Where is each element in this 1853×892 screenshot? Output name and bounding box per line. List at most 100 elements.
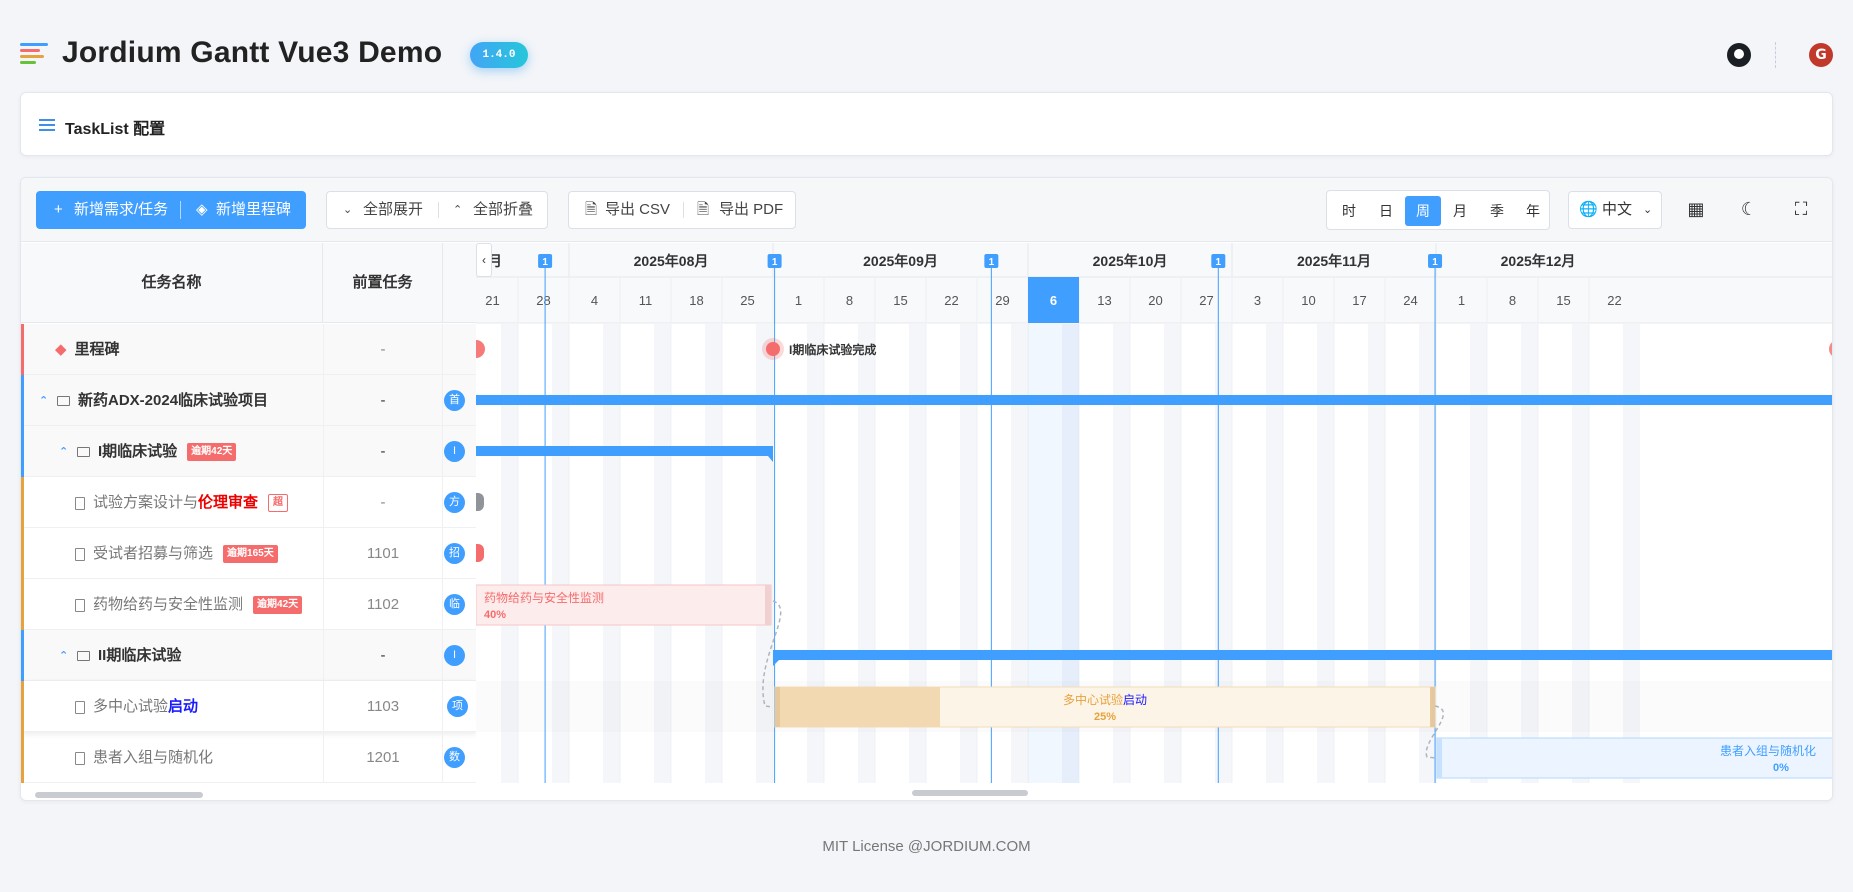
task-name: II期临床试验 [98, 647, 182, 664]
gantt-toolbar: + 新增需求/任务 ◈ 新增里程碑 ⌄ 全部展开 ⌃ 全部折叠 🗎 导出 CSV… [21, 178, 1832, 242]
avatar: 项 [447, 696, 468, 717]
task-name: 多中心试验 [93, 698, 169, 715]
file-icon [75, 547, 85, 561]
overdue-badge: 超 [268, 494, 289, 513]
task-bar-progress: 25% [1094, 711, 1116, 723]
chevron-up-icon[interactable]: ⌃ [39, 376, 48, 427]
tasklist-config-title: TaskList 配置 [65, 121, 166, 138]
app-header: Jordium Gantt Vue3 Demo 1.4.0 G [20, 30, 1833, 80]
chevron-up-icon: ⌃ [453, 204, 463, 216]
file-icon [75, 700, 85, 714]
task-bar-label: 多中心试验启动 [1063, 692, 1147, 707]
view-month[interactable]: 月 [1442, 196, 1478, 226]
table-row[interactable]: 药物给药与安全性监测 逾期42天 1102 临 [21, 579, 477, 630]
language-select[interactable]: 🌐 中文 ⌄ [1568, 191, 1662, 229]
github-icon[interactable] [1727, 43, 1751, 67]
task-bar-progress-fill [775, 687, 941, 727]
week-label: 15 [1556, 293, 1570, 308]
column-header-name[interactable]: 任务名称 [21, 243, 323, 323]
table-row[interactable]: ⌃ II期临床试验 - I [21, 630, 477, 682]
table-row[interactable]: 受试者招募与筛选 逾期165天 1101 招 [21, 528, 477, 579]
week-label: 15 [893, 293, 907, 308]
calendar-icon[interactable]: ▦ [1685, 198, 1707, 220]
export-csv-button[interactable]: 导出 CSV [605, 192, 670, 228]
week-label: 18 [689, 293, 703, 308]
milestone-dot [476, 340, 485, 358]
export-pdf-button[interactable]: 导出 PDF [719, 192, 783, 228]
avatar: 临 [444, 594, 465, 615]
marker-label: 1 [1432, 257, 1438, 268]
week-label: 13 [1097, 293, 1111, 308]
chevron-left-icon[interactable]: ‹ [476, 243, 492, 277]
view-week[interactable]: 周 [1405, 196, 1441, 226]
tasklist-config-panel[interactable]: TaskList 配置 [20, 92, 1833, 156]
app-title: Jordium Gantt Vue3 Demo [62, 36, 443, 69]
file-icon [75, 598, 85, 612]
task-bar-handle [765, 585, 771, 625]
expand-all-button[interactable]: 全部展开 [363, 192, 423, 228]
file-icon: 🗎 [697, 201, 710, 218]
table-row[interactable]: 多中心试验启动 1103 项 [21, 681, 477, 732]
task-name: 新药ADX-2024临床试验项目 [78, 392, 269, 409]
table-row[interactable]: ⌃ 新药ADX-2024临床试验项目 - 首 [21, 375, 477, 427]
table-row[interactable]: 患者入组与随机化 1201 数 [21, 732, 477, 783]
file-icon: 🗎 [585, 201, 598, 218]
avatar: 首 [444, 390, 465, 411]
row-accent [21, 681, 24, 732]
predecessor-cell: - [323, 324, 443, 375]
phase-bar [773, 650, 1832, 666]
chevron-up-icon[interactable]: ⌃ [59, 427, 68, 478]
week-label: 10 [1301, 293, 1315, 308]
folder-icon [77, 447, 90, 458]
button-divider [683, 202, 684, 218]
view-day[interactable]: 日 [1368, 196, 1404, 226]
task-list-header: 任务名称 前置任务 [21, 243, 477, 323]
chevron-up-icon[interactable]: ⌃ [59, 631, 68, 682]
time-scale-switcher: 时 日 周 月 季 年 [1326, 190, 1550, 230]
add-milestone-button[interactable]: 新增里程碑 [216, 191, 291, 229]
add-task-button[interactable]: 新增需求/任务 [74, 191, 168, 229]
predecessor-cell: - [323, 477, 443, 528]
task-bar-stub [476, 493, 484, 511]
milestone-dot [1829, 342, 1832, 356]
chevron-down-icon: ⌄ [343, 204, 353, 216]
diamond-icon: ◈ [196, 201, 208, 218]
gantt-card: + 新增需求/任务 ◈ 新增里程碑 ⌄ 全部展开 ⌃ 全部折叠 🗎 导出 CSV… [20, 177, 1833, 801]
button-divider [438, 202, 439, 218]
fullscreen-icon[interactable]: ⛶ [1790, 198, 1812, 220]
row-accent [21, 732, 24, 783]
chart-scrollbar[interactable] [912, 790, 1028, 796]
folder-icon [77, 651, 90, 662]
moon-icon[interactable]: ☾ [1738, 198, 1760, 220]
week-label: 17 [1352, 293, 1366, 308]
view-year[interactable]: 年 [1515, 196, 1551, 226]
week-label: 28 [536, 293, 550, 308]
row-accent [21, 426, 24, 477]
table-row[interactable]: 试验方案设计与伦理审查超 - 方 [21, 477, 477, 528]
week-label: 8 [846, 293, 853, 308]
collapse-all-button[interactable]: 全部折叠 [473, 192, 533, 228]
predecessor-cell: - [323, 375, 443, 426]
header-divider [1775, 42, 1776, 68]
g-brand-icon[interactable]: G [1809, 43, 1833, 67]
month-label: 2025年09月 [863, 253, 938, 269]
row-accent [21, 477, 24, 528]
predecessor-cell: 1201 [323, 732, 443, 783]
task-list-scrollbar[interactable] [35, 792, 203, 798]
overdue-badge: 逾期42天 [187, 443, 237, 462]
avatar: 方 [444, 492, 465, 513]
month-label: 2025年08月 [634, 253, 709, 269]
table-row[interactable]: ◆ 里程碑 - [21, 324, 477, 375]
view-hour[interactable]: 时 [1331, 196, 1367, 226]
row-accent [21, 630, 24, 681]
overdue-badge: 逾期165天 [223, 545, 278, 564]
table-row[interactable]: ⌃ I期临床试验 逾期42天 - I [21, 426, 477, 478]
column-header-predecessor[interactable]: 前置任务 [323, 243, 443, 323]
view-quarter[interactable]: 季 [1479, 196, 1515, 226]
chevron-down-icon: ⌄ [1643, 204, 1653, 216]
month-label: 2025年12月 [1501, 253, 1576, 269]
week-label: 21 [485, 293, 499, 308]
task-bar-progress: 40% [484, 609, 506, 621]
month-label: 2025年11月 [1297, 253, 1371, 269]
chart-scroll-track [476, 783, 1832, 800]
